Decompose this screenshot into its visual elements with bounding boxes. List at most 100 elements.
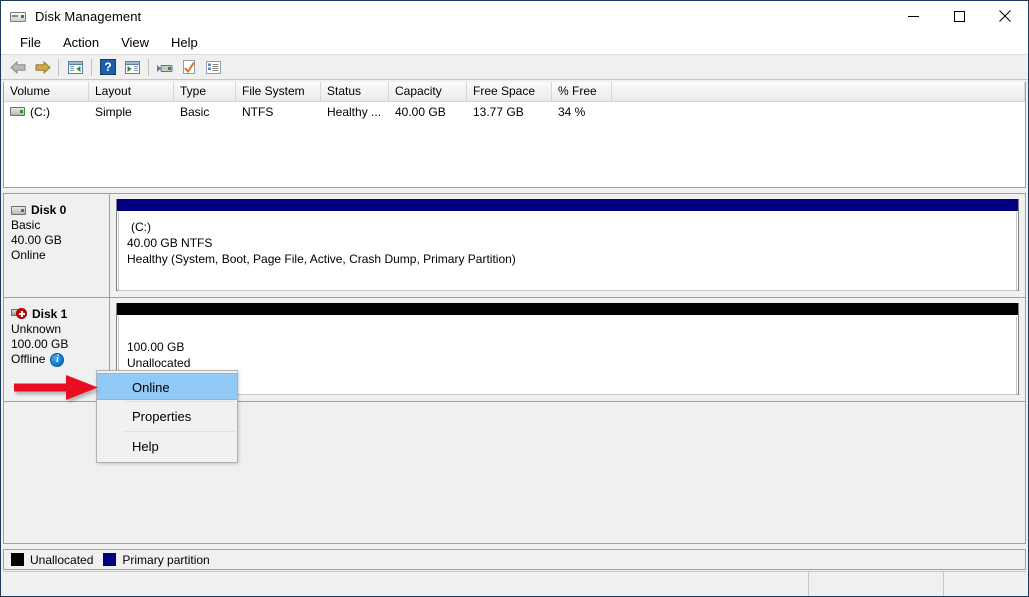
partition-health: Unallocated: [127, 355, 1016, 371]
disk-row-disk-0[interactable]: Disk 0 Basic 40.00 GB Online (C:) 40.00 …: [4, 194, 1025, 298]
minimize-icon: [908, 11, 919, 22]
show-hide-action-pane-button[interactable]: [120, 56, 144, 78]
legend-item-primary-partition: Primary partition: [103, 553, 209, 567]
disk-title-disk-0: Disk 0: [11, 203, 109, 217]
column-header-percent-free[interactable]: % Free: [552, 82, 612, 101]
window-title: Disk Management: [35, 9, 141, 24]
menu-bar: File Action View Help: [1, 31, 1028, 54]
legend-label-primary-partition: Primary partition: [122, 553, 209, 567]
disk-graphic-disk-1: 100.00 GB Unallocated: [110, 298, 1025, 401]
disk-title-label: Disk 1: [32, 307, 67, 321]
menu-action[interactable]: Action: [52, 33, 110, 52]
properties-button[interactable]: [153, 56, 177, 78]
disk-size-disk-0: 40.00 GB: [11, 233, 109, 248]
show-details-button[interactable]: [201, 56, 225, 78]
disk-title-disk-1: Disk 1: [11, 307, 109, 321]
menu-view[interactable]: View: [110, 33, 160, 52]
column-header-volume[interactable]: Volume: [4, 82, 89, 101]
show-hide-console-tree-icon: [67, 60, 84, 75]
back-button[interactable]: [6, 56, 30, 78]
toolbar-separator-3: [148, 59, 149, 76]
toolbar-separator-2: [91, 59, 92, 76]
disk-info-disk-1[interactable]: Disk 1 Unknown 100.00 GB Offline i: [4, 298, 110, 401]
forward-button[interactable]: [30, 56, 54, 78]
status-cell: Healthy ...: [321, 105, 389, 119]
back-icon: [9, 60, 28, 75]
column-header-free-space[interactable]: Free Space: [467, 82, 552, 101]
free-space-cell: 13.77 GB: [467, 105, 552, 119]
type-cell: Basic: [174, 105, 236, 119]
status-bar: [3, 571, 1026, 596]
table-row[interactable]: (C:) Simple Basic NTFS Healthy ... 40.00…: [4, 102, 1025, 121]
disk-type-disk-1: Unknown: [11, 322, 109, 337]
column-header-layout[interactable]: Layout: [89, 82, 174, 101]
file-system-cell: NTFS: [236, 105, 321, 119]
disk-management-icon: [10, 8, 27, 25]
context-menu-separator-1: [125, 401, 235, 402]
column-header-status[interactable]: Status: [321, 82, 389, 101]
menu-file[interactable]: File: [9, 33, 52, 52]
volume-label: (C:): [30, 105, 50, 119]
maximize-icon: [954, 11, 965, 22]
status-cell-1: [3, 572, 809, 596]
context-menu-item-properties[interactable]: Properties: [97, 403, 237, 430]
disk-status-disk-1: Offline: [11, 352, 45, 367]
toolbar-separator-1: [58, 59, 59, 76]
disk-status-disk-0: Online: [11, 248, 109, 263]
window-controls: [890, 1, 1028, 31]
partition-block-c[interactable]: (C:) 40.00 GB NTFS Healthy (System, Boot…: [116, 199, 1019, 291]
volume-cell: (C:): [4, 105, 89, 119]
partition-size-fs: 40.00 GB NTFS: [127, 235, 1016, 251]
disk-title-label: Disk 0: [31, 203, 66, 217]
svg-text:?: ?: [104, 60, 111, 74]
legend: Unallocated Primary partition: [3, 549, 1026, 570]
disk-graphic-disk-0: (C:) 40.00 GB NTFS Healthy (System, Boot…: [110, 194, 1025, 297]
partition-details: (C:) 40.00 GB NTFS Healthy (System, Boot…: [118, 212, 1017, 291]
show-hide-console-tree-button[interactable]: [63, 56, 87, 78]
graphical-view-pane: Disk 0 Basic 40.00 GB Online (C:) 40.00 …: [3, 193, 1026, 544]
help-button[interactable]: ?: [96, 56, 120, 78]
column-header-type[interactable]: Type: [174, 82, 236, 101]
maximize-button[interactable]: [936, 1, 982, 31]
context-menu: Online Properties Help: [96, 370, 238, 463]
disk-info-disk-0[interactable]: Disk 0 Basic 40.00 GB Online: [4, 194, 110, 297]
forward-icon: [33, 60, 52, 75]
help-icon: ?: [100, 59, 116, 75]
rescan-disks-icon: [181, 59, 197, 75]
disk-type-disk-0: Basic: [11, 218, 109, 233]
disk-error-icon: [11, 308, 28, 320]
close-button[interactable]: [982, 1, 1028, 31]
disk-management-window: Disk Management File Action View He: [0, 0, 1029, 597]
minimize-button[interactable]: [890, 1, 936, 31]
partition-block-unallocated[interactable]: 100.00 GB Unallocated: [116, 303, 1019, 395]
context-menu-item-help[interactable]: Help: [97, 433, 237, 460]
partition-label: (C:): [127, 219, 1016, 235]
legend-label-unallocated: Unallocated: [30, 553, 93, 567]
column-header-filler: [612, 82, 1025, 101]
legend-swatch-unallocated: [11, 553, 24, 566]
show-details-icon: [205, 60, 222, 75]
status-cell-3: [944, 572, 1026, 596]
volume-list-pane: Volume Layout Type File System Status Ca…: [3, 82, 1026, 188]
close-icon: [999, 10, 1011, 22]
status-cell-2: [809, 572, 944, 596]
properties-icon: [156, 60, 175, 75]
column-header-capacity[interactable]: Capacity: [389, 82, 467, 101]
menu-help[interactable]: Help: [160, 33, 209, 52]
disk-size-disk-1: 100.00 GB: [11, 337, 109, 352]
partition-label: [127, 323, 1016, 339]
info-icon[interactable]: i: [50, 353, 64, 367]
context-menu-separator-2: [125, 431, 235, 432]
partition-capacity-bar: [117, 199, 1018, 211]
layout-cell: Simple: [89, 105, 174, 119]
show-hide-action-pane-icon: [124, 60, 141, 75]
capacity-cell: 40.00 GB: [389, 105, 467, 119]
rescan-disks-button[interactable]: [177, 56, 201, 78]
legend-item-unallocated: Unallocated: [11, 553, 93, 567]
column-header-file-system[interactable]: File System: [236, 82, 321, 101]
disk-icon: [11, 206, 26, 215]
partition-capacity-bar: [117, 303, 1018, 315]
partition-health: Healthy (System, Boot, Page File, Active…: [127, 251, 1016, 267]
context-menu-item-online[interactable]: Online: [97, 373, 237, 400]
legend-swatch-primary-partition: [103, 553, 116, 566]
